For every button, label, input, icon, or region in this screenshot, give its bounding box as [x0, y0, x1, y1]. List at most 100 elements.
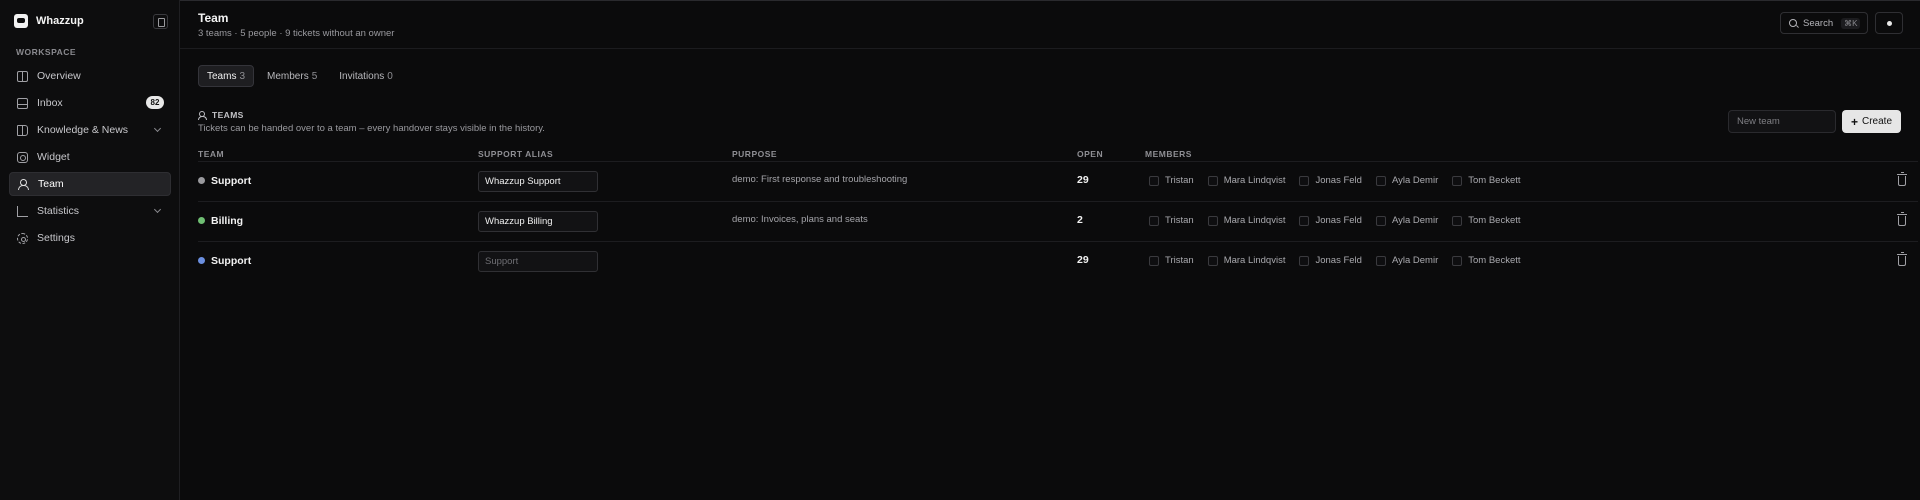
member-toggle[interactable]: Ayla Demir	[1375, 175, 1439, 186]
member-toggle[interactable]: Tom Beckett	[1452, 255, 1521, 266]
page-subtitle: 3 teams · 5 people · 9 tickets without a…	[198, 28, 395, 39]
members-list: Tristan Mara Lindqvist Jonas Feld Ayla Demi…	[1149, 175, 1535, 186]
member-name: Mara Lindqvist	[1223, 215, 1286, 226]
member-checkbox[interactable]	[1375, 175, 1386, 186]
tab-invitations[interactable]: Invitations 0	[330, 65, 402, 87]
tab-members[interactable]: Members 5	[258, 65, 326, 87]
support-alias-input[interactable]	[478, 211, 598, 232]
member-name: Tristan	[1165, 215, 1194, 226]
tab-count: 3	[239, 70, 246, 82]
page-title: Team	[198, 11, 229, 25]
column-header-members: MEMBERS	[1145, 149, 1192, 159]
grid-icon	[17, 70, 28, 82]
support-alias-input[interactable]	[478, 171, 598, 192]
member-toggle[interactable]: Jonas Feld	[1299, 215, 1362, 226]
column-header-team: TEAM	[198, 149, 225, 159]
member-toggle[interactable]: Jonas Feld	[1299, 255, 1362, 266]
members-list: Tristan Mara Lindqvist Jonas Feld Ayla Demi…	[1149, 255, 1535, 266]
user-menu-button[interactable]	[1875, 12, 1903, 34]
main-content: Team 3 teams · 5 people · 9 tickets with…	[180, 0, 1920, 500]
member-checkbox[interactable]	[1149, 175, 1159, 186]
search-button[interactable]: Search ⌘K	[1780, 12, 1868, 34]
whazzup-logo-icon	[14, 14, 28, 28]
member-checkbox[interactable]	[1452, 215, 1463, 226]
member-checkbox[interactable]	[1452, 255, 1463, 266]
member-toggle[interactable]: Tristan	[1149, 255, 1194, 266]
member-name: Tristan	[1165, 255, 1194, 266]
sidebar-item-settings[interactable]: Settings	[9, 226, 171, 250]
member-checkbox[interactable]	[1375, 215, 1386, 226]
teams-section-heading: TEAMS	[198, 110, 244, 120]
member-toggle[interactable]: Tristan	[1149, 215, 1194, 226]
app-name: Whazzup	[36, 15, 84, 27]
member-name: Jonas Feld	[1315, 255, 1362, 266]
member-checkbox[interactable]	[1149, 215, 1159, 226]
top-border	[180, 0, 1920, 1]
plus-icon: +	[1850, 114, 1858, 129]
members-list: Tristan Mara Lindqvist Jonas Feld Ayla Demi…	[1149, 215, 1535, 226]
tab-count: 0	[387, 70, 393, 82]
member-checkbox[interactable]	[1207, 175, 1218, 186]
sidebar-item-widget[interactable]: Widget	[9, 145, 171, 169]
chevron-down-icon[interactable]	[153, 205, 162, 214]
member-name: Tom Beckett	[1468, 215, 1521, 226]
member-checkbox[interactable]	[1299, 215, 1310, 226]
member-toggle[interactable]: Mara Lindqvist	[1207, 215, 1286, 226]
member-checkbox[interactable]	[1375, 255, 1386, 266]
brand[interactable]: Whazzup	[14, 14, 84, 28]
create-team-button[interactable]: + Create	[1842, 110, 1901, 133]
sidebar-item-label: Settings	[37, 232, 75, 244]
table-row: Support demo: First response and troubles…	[198, 161, 1918, 201]
trash-icon[interactable]	[1897, 172, 1907, 186]
users-icon	[198, 110, 207, 120]
new-team-input[interactable]	[1728, 110, 1836, 133]
member-name: Ayla Demir	[1391, 175, 1439, 186]
member-toggle[interactable]: Tom Beckett	[1452, 215, 1521, 226]
team-name: Support	[211, 175, 252, 187]
member-checkbox[interactable]	[1207, 255, 1218, 266]
team-purpose[interactable]: demo: First response and troubleshooting	[732, 174, 907, 185]
member-name: Tom Beckett	[1468, 255, 1521, 266]
member-toggle[interactable]: Mara Lindqvist	[1207, 175, 1285, 186]
member-toggle[interactable]: Ayla Demir	[1375, 255, 1438, 266]
member-name: Tom Beckett	[1468, 175, 1521, 186]
team-color-dot	[198, 257, 205, 264]
column-header-support-alias: SUPPORT ALIAS	[478, 149, 554, 159]
member-toggle[interactable]: Tristan	[1149, 175, 1194, 186]
sidebar-item-label: Knowledge & News	[37, 124, 129, 136]
sidebar-item-statistics[interactable]: Statistics	[9, 199, 171, 223]
support-alias-input[interactable]	[478, 251, 598, 272]
team-color-dot	[198, 217, 205, 224]
tab-label: Invitations	[339, 70, 385, 82]
member-checkbox[interactable]	[1299, 175, 1310, 186]
search-label: Search	[1803, 17, 1834, 29]
trash-icon[interactable]	[1897, 212, 1907, 226]
open-count: 2	[1077, 214, 1083, 226]
sidebar-item-inbox[interactable]: Inbox 82	[9, 91, 171, 115]
member-checkbox[interactable]	[1149, 255, 1159, 266]
team-name: Support	[211, 255, 252, 267]
sidebar-item-label: Overview	[37, 70, 81, 82]
search-icon	[1789, 19, 1797, 27]
member-checkbox[interactable]	[1452, 175, 1463, 186]
tab-count: 5	[311, 70, 318, 82]
search-shortcut: ⌘K	[1841, 17, 1861, 29]
member-toggle[interactable]: Mara Lindqvist	[1207, 255, 1286, 266]
sidebar-item-knowledge-news[interactable]: Knowledge & News	[9, 118, 171, 142]
sidebar-item-team[interactable]: Team	[9, 172, 171, 196]
collapse-sidebar-icon[interactable]	[153, 14, 168, 29]
team-color-dot	[198, 177, 205, 184]
team-purpose[interactable]: demo: Invoices, plans and seats	[732, 214, 868, 225]
member-toggle[interactable]: Jonas Feld	[1299, 175, 1362, 186]
member-checkbox[interactable]	[1207, 215, 1218, 226]
inbox-icon	[17, 97, 28, 109]
tab-teams[interactable]: Teams 3	[198, 65, 255, 87]
chevron-down-icon[interactable]	[153, 124, 162, 133]
book-icon	[17, 124, 28, 136]
member-toggle[interactable]: Ayla Demir	[1375, 215, 1438, 226]
member-toggle[interactable]: Tom Beckett	[1452, 175, 1521, 186]
trash-icon[interactable]	[1897, 252, 1907, 266]
member-name: Mara Lindqvist	[1223, 255, 1286, 266]
sidebar-item-overview[interactable]: Overview	[9, 64, 171, 88]
member-checkbox[interactable]	[1299, 255, 1310, 266]
